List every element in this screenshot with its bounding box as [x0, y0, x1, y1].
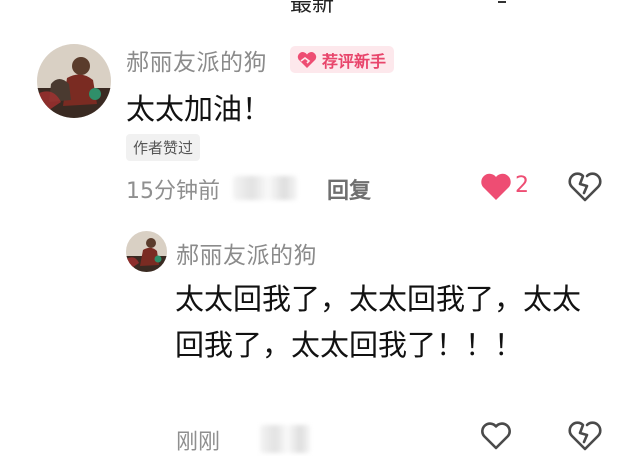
reply-text: 太太回我了，太太回我了，太太回我了，太太回我了！！！ — [175, 282, 582, 362]
comment-text: 太太加油！ — [126, 92, 272, 126]
broken-heart-icon[interactable] — [568, 420, 602, 452]
comment-timestamp: 15分钟前 — [126, 179, 220, 204]
reply-author[interactable]: 郝丽友派的狗 — [176, 236, 317, 270]
comment-author[interactable]: 郝丽友派的狗 — [126, 43, 267, 77]
like-count: 2 — [515, 173, 529, 198]
header-fragment: 最新 — [290, 0, 335, 17]
blurred-location — [233, 176, 297, 200]
avatar[interactable] — [37, 44, 111, 118]
reply-button[interactable]: 回复 — [327, 173, 371, 205]
header-fragment-mark — [498, 0, 506, 3]
blurred-location — [260, 425, 310, 453]
reply-timestamp: 刚刚 — [176, 430, 221, 455]
heart-filled-icon[interactable] — [479, 172, 513, 202]
author-liked-chip: 作者赞过 — [126, 134, 201, 161]
reviewer-badge: 荐评新手 — [290, 46, 395, 73]
heart-outline-icon[interactable] — [480, 421, 512, 451]
reply-avatar[interactable] — [126, 231, 167, 272]
broken-heart-icon[interactable] — [568, 171, 602, 203]
handshake-heart-icon — [297, 51, 317, 68]
badge-label: 荐评新手 — [322, 51, 387, 71]
